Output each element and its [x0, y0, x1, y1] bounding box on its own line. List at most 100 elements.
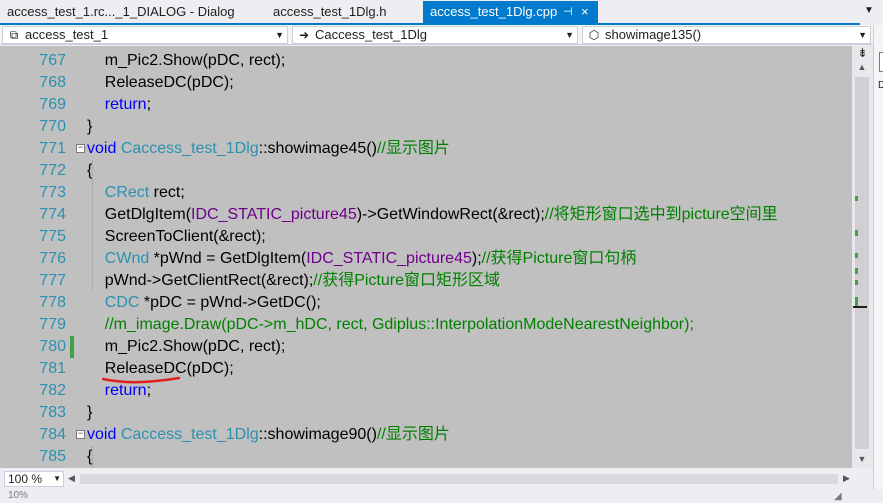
code-line[interactable]: 768 ReleaseDC(pDC);: [0, 72, 852, 94]
code-line[interactable]: 773 CRect rect;: [0, 182, 852, 204]
line-number: 777: [39, 272, 66, 289]
code-token: //获得Picture窗口矩形区域: [313, 272, 500, 289]
fold-guide: [92, 160, 93, 292]
line-number: 767: [39, 52, 66, 69]
collapse-icon[interactable]: −: [76, 430, 85, 439]
close-icon[interactable]: ×: [581, 1, 589, 23]
code-token: );: [471, 250, 482, 267]
pin-icon[interactable]: ⊣: [563, 1, 573, 23]
code-line[interactable]: 779 //m_image.Draw(pDC->m_hDC, rect, Gdi…: [0, 314, 852, 336]
code-text: CDC *pDC = pWnd->GetDC();: [87, 292, 321, 314]
line-number: 768: [39, 74, 66, 91]
code-text: CRect rect;: [87, 182, 185, 204]
line-number: 782: [39, 382, 66, 399]
code-line[interactable]: 777 pWnd->GetClientRect(&rect);//获得Pictu…: [0, 270, 852, 292]
horizontal-scrollbar[interactable]: [80, 474, 838, 484]
scroll-right-icon[interactable]: ▶: [843, 473, 850, 484]
code-token: )->GetWindowRect(&rect);: [356, 206, 545, 223]
split-window-icon[interactable]: ⇟: [852, 46, 873, 60]
fold-guide: [92, 446, 93, 468]
line-number: 769: [39, 96, 66, 113]
line-number: 778: [39, 294, 66, 311]
code-token: ReleaseDC(pDC);: [87, 360, 234, 377]
chevron-down-icon[interactable]: ▼: [862, 4, 876, 18]
code-line[interactable]: 783}: [0, 402, 852, 424]
code-text: }: [87, 402, 92, 424]
code-token: IDC_STATIC_picture45: [191, 206, 357, 223]
code-line[interactable]: 776 CWnd *pWnd = GetDlgItem(IDC_STATIC_p…: [0, 248, 852, 270]
code-token: m_Pic2.Show(pDC, rect);: [87, 338, 286, 355]
code-token: //显示图片: [376, 140, 450, 157]
scroll-down-icon[interactable]: ▼: [855, 454, 869, 466]
code-token: ;: [146, 96, 152, 113]
red-underline-annotation: [102, 376, 180, 384]
code-line[interactable]: 780 m_Pic2.Show(pDC, rect);: [0, 336, 852, 358]
code-line[interactable]: 785{: [0, 446, 852, 468]
code-token: //m_image.Draw(pDC->m_hDC, rect, Gdiplus…: [104, 316, 694, 333]
code-text: m_Pic2.Show(pDC, rect);: [87, 50, 286, 72]
code-token: ::showimage90(): [258, 426, 377, 443]
resize-grip-icon[interactable]: ◢: [834, 491, 846, 503]
chevron-down-icon: ▼: [858, 30, 867, 40]
code-text: return;: [87, 94, 151, 116]
code-line[interactable]: 769 return;: [0, 94, 852, 116]
code-token: IDC_STATIC_picture45: [306, 250, 472, 267]
line-number: 771: [39, 140, 66, 157]
code-token: rect;: [149, 184, 185, 201]
line-number: 784: [39, 426, 66, 443]
code-line[interactable]: 775 ScreenToClient(&rect);: [0, 226, 852, 248]
member-dropdown[interactable]: ⬡ showimage135() ▼: [582, 26, 871, 44]
tab-label: access_test_1Dlg.cpp: [430, 4, 558, 19]
project-icon: ⧉: [9, 28, 19, 42]
tab-label: access_test_1.rc..._1_DIALOG - Dialog: [7, 4, 235, 19]
chevron-down-icon: ▼: [53, 474, 61, 483]
class-arrow-icon: ➜: [298, 28, 310, 42]
code-text: GetDlgItem(IDC_STATIC_picture45)->GetWin…: [87, 204, 778, 226]
code-token: void: [87, 426, 117, 443]
tab-dialog-resource[interactable]: access_test_1.rc..._1_DIALOG - Dialog: [0, 1, 262, 24]
editor-bottom-bar: 100 % ▼ ◀ ▶: [0, 469, 873, 489]
code-line[interactable]: 771 − void Caccess_test_1Dlg::showimage45(…: [0, 138, 852, 160]
class-dropdown[interactable]: ➜ Caccess_test_1Dlg ▼: [292, 26, 578, 44]
tab-label: access_test_1Dlg.h: [273, 4, 387, 19]
tab-cpp-file[interactable]: access_test_1Dlg.cpp ⊣ ×: [423, 1, 598, 24]
line-number: 780: [39, 338, 66, 355]
code-editor[interactable]: 767 m_Pic2.Show(pDC, rect); 768 ReleaseDC…: [0, 46, 852, 468]
code-token: ScreenToClient(&rect);: [87, 228, 266, 245]
code-text: pWnd->GetClientRect(&rect);//获得Picture窗口…: [87, 270, 500, 292]
side-panel-box[interactable]: [879, 52, 883, 72]
scroll-up-icon[interactable]: ▲: [855, 62, 869, 74]
code-text: ScreenToClient(&rect);: [87, 226, 266, 248]
code-line[interactable]: 774 GetDlgItem(IDC_STATIC_picture45)->Ge…: [0, 204, 852, 226]
project-dropdown[interactable]: ⧉ access_test_1 ▼: [2, 26, 288, 44]
zoom-dropdown[interactable]: 100 % ▼: [4, 471, 64, 487]
code-text: //m_image.Draw(pDC->m_hDC, rect, Gdiplus…: [87, 314, 694, 336]
code-token: //显示图片: [376, 426, 450, 443]
code-token: ::showimage45(): [258, 140, 377, 157]
scroll-left-icon[interactable]: ◀: [68, 473, 75, 484]
code-line[interactable]: 778 CDC *pDC = pWnd->GetDC();: [0, 292, 852, 314]
line-number: 781: [39, 360, 66, 377]
overview-change-mark: [855, 196, 858, 201]
status-bar: 10%: [0, 489, 883, 503]
code-line[interactable]: 784 − void Caccess_test_1Dlg::showimage90(…: [0, 424, 852, 446]
code-line[interactable]: 770}: [0, 116, 852, 138]
tab-header-file[interactable]: access_test_1Dlg.h: [266, 1, 418, 24]
line-number: 783: [39, 404, 66, 421]
code-line[interactable]: 772{: [0, 160, 852, 182]
line-number: 779: [39, 316, 66, 333]
overview-change-mark: [855, 253, 858, 258]
member-dropdown-value: showimage135(): [605, 27, 702, 42]
code-token: CRect: [104, 184, 150, 201]
code-line[interactable]: 767 m_Pic2.Show(pDC, rect);: [0, 50, 852, 72]
overview-change-mark: [855, 230, 858, 236]
code-token: }: [87, 404, 93, 421]
code-text: ReleaseDC(pDC);: [87, 72, 234, 94]
vertical-scroll-thumb[interactable]: [855, 77, 869, 449]
collapse-icon[interactable]: −: [76, 144, 85, 153]
overview-caret-marker: [853, 306, 867, 308]
